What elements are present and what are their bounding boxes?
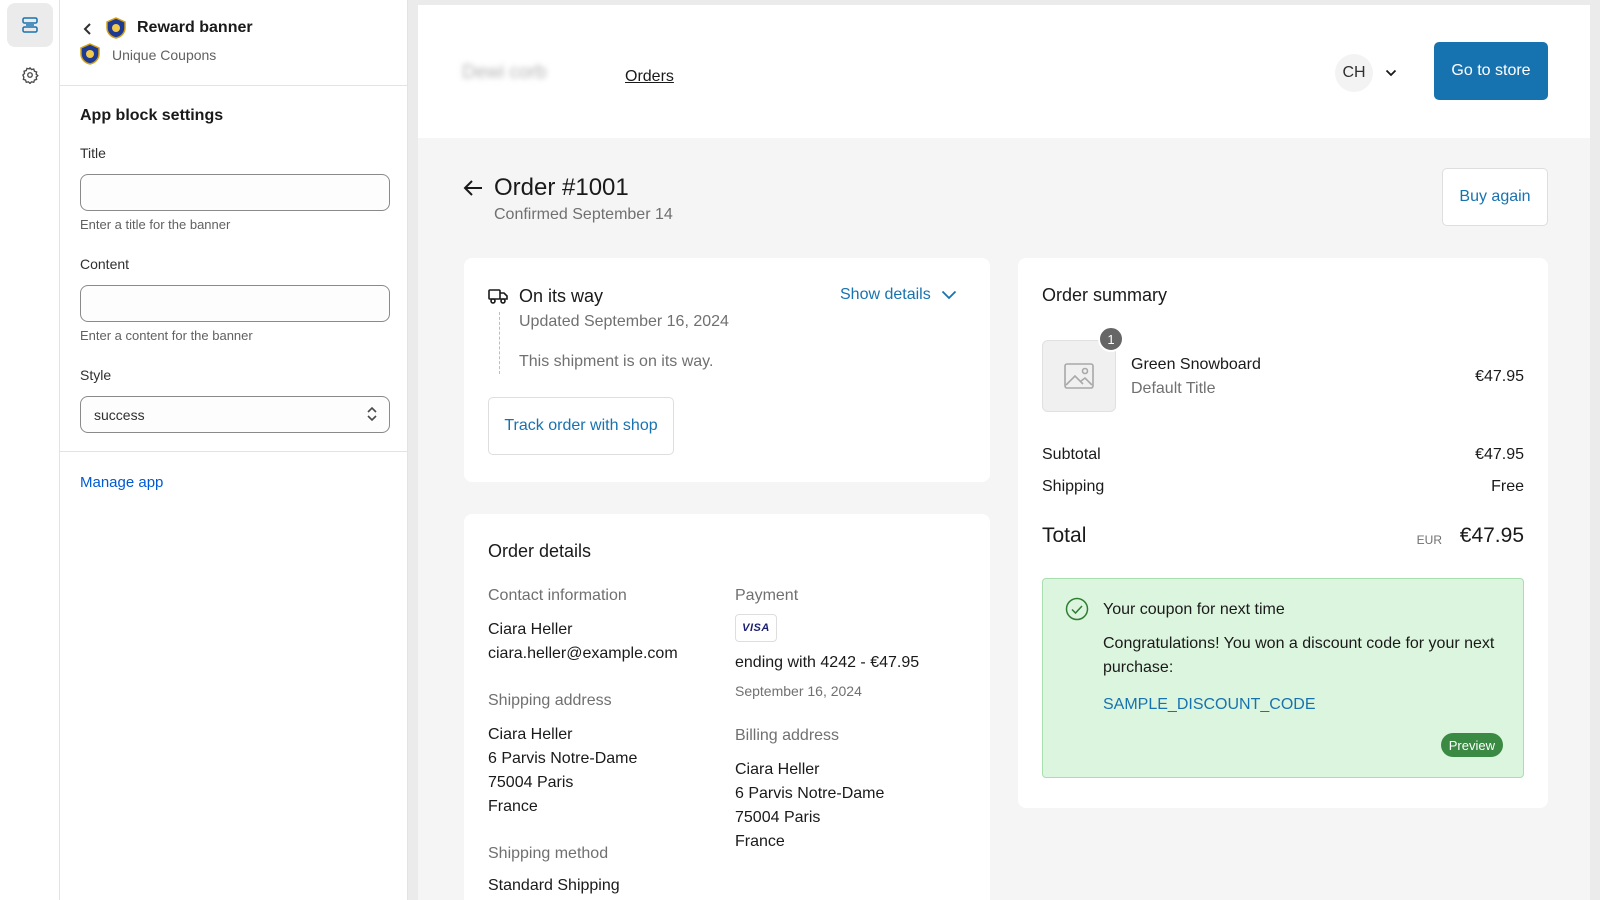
gear-icon bbox=[22, 66, 39, 84]
section-title: App block settings bbox=[80, 107, 224, 124]
shipping-address-line: 75004 Paris bbox=[488, 774, 574, 791]
visa-card-icon: VISA bbox=[735, 614, 777, 642]
shipping-method-heading: Shipping method bbox=[488, 845, 609, 862]
title-input[interactable] bbox=[80, 174, 390, 211]
billing-address-heading: Billing address bbox=[735, 727, 840, 744]
shipment-updated: Updated September 16, 2024 bbox=[519, 313, 729, 330]
timeline-line bbox=[499, 312, 500, 374]
title-help: Enter a title for the banner bbox=[80, 217, 231, 232]
subtotal-label: Subtotal bbox=[1042, 446, 1101, 463]
settings-panel: Reward banner Unique Coupons App block s… bbox=[60, 0, 408, 900]
account-menu[interactable]: CH bbox=[1335, 53, 1407, 93]
style-select[interactable]: success bbox=[80, 396, 390, 433]
style-label: Style bbox=[80, 367, 112, 383]
order-summary-card: Order summary 1 Green Snowboard Default … bbox=[1018, 258, 1548, 808]
subtotal-value: €47.95 bbox=[1475, 446, 1524, 463]
avatar: CH bbox=[1335, 54, 1373, 92]
style-select-value: success bbox=[94, 407, 145, 423]
billing-address-line: France bbox=[735, 833, 785, 850]
content-help: Enter a content for the banner bbox=[80, 328, 253, 343]
payment-heading: Payment bbox=[735, 587, 799, 604]
order-details-title: Order details bbox=[488, 541, 592, 561]
buy-again-button[interactable]: Buy again bbox=[1442, 168, 1548, 226]
contact-name: Ciara Heller bbox=[488, 621, 573, 638]
shipping-address-line: Ciara Heller bbox=[488, 726, 573, 743]
check-circle-icon bbox=[1065, 597, 1089, 621]
payment-date: September 16, 2024 bbox=[735, 683, 862, 699]
truck-icon bbox=[488, 289, 508, 304]
quantity-badge: 1 bbox=[1098, 326, 1124, 352]
store-header: Dewi corb Orders CH Go to store bbox=[418, 5, 1590, 138]
panel-header: Reward banner Unique Coupons bbox=[60, 0, 407, 86]
settings-button[interactable] bbox=[7, 53, 53, 97]
store-name[interactable]: Dewi corb bbox=[462, 62, 546, 84]
shipping-address-line: 6 Parvis Notre-Dame bbox=[488, 750, 638, 767]
sections-icon bbox=[22, 17, 38, 33]
icon-rail bbox=[0, 0, 60, 900]
panel-title: Reward banner bbox=[137, 19, 253, 36]
manage-app-link[interactable]: Manage app bbox=[80, 474, 163, 491]
sections-button[interactable] bbox=[7, 3, 53, 47]
total-currency: EUR bbox=[1416, 533, 1442, 547]
shipping-address-heading: Shipping address bbox=[488, 692, 612, 709]
shipping-method-value: Standard Shipping bbox=[488, 877, 620, 894]
panel-divider bbox=[60, 451, 407, 452]
payment-line: ending with 4242 - €47.95 bbox=[735, 654, 920, 671]
shipment-card: On its way Show details Updated Septembe… bbox=[464, 258, 990, 482]
nav-orders-link[interactable]: Orders bbox=[625, 68, 674, 86]
contact-heading: Contact information bbox=[488, 587, 627, 604]
storefront-preview: Dewi corb Orders CH Go to store Order #1… bbox=[418, 5, 1590, 900]
image-placeholder-icon bbox=[1064, 363, 1094, 389]
chevron-down-icon bbox=[1385, 69, 1397, 77]
billing-address-line: 6 Parvis Notre-Dame bbox=[735, 785, 885, 802]
arrow-left-icon[interactable] bbox=[462, 178, 484, 198]
coupon-message: Congratulations! You won a discount code… bbox=[1103, 635, 1495, 676]
chevron-left-icon bbox=[83, 23, 91, 35]
product-name: Green Snowboard bbox=[1131, 356, 1261, 373]
track-order-button[interactable]: Track order with shop bbox=[488, 397, 674, 455]
show-details-label: Show details bbox=[840, 286, 931, 303]
shipping-label: Shipping bbox=[1042, 478, 1105, 495]
order-confirmed-date: Confirmed September 14 bbox=[494, 206, 673, 223]
page-title: Order #1001 bbox=[494, 174, 629, 201]
shipment-status: On its way bbox=[519, 286, 604, 306]
show-details-button[interactable]: Show details bbox=[840, 286, 957, 304]
contact-email: ciara.heller@example.com bbox=[488, 645, 678, 662]
title-label: Title bbox=[80, 145, 106, 161]
shipping-address-line: France bbox=[488, 798, 538, 815]
content-label: Content bbox=[80, 256, 130, 272]
billing-address-line: 75004 Paris bbox=[735, 809, 821, 826]
total-label: Total bbox=[1042, 524, 1087, 547]
billing-address-line: Ciara Heller bbox=[735, 761, 820, 778]
coupon-title: Your coupon for next time bbox=[1103, 601, 1285, 618]
product-variant: Default Title bbox=[1131, 380, 1216, 397]
back-button[interactable] bbox=[79, 20, 97, 38]
badge-logo-icon bbox=[106, 17, 126, 39]
total-value: €47.95 bbox=[1459, 524, 1524, 547]
chevron-down-icon bbox=[941, 290, 956, 300]
coupon-code[interactable]: SAMPLE_DISCOUNT_CODE bbox=[1103, 696, 1316, 714]
preview-badge: Preview bbox=[1440, 733, 1503, 757]
product-price: €47.95 bbox=[1475, 368, 1524, 385]
shipping-value: Free bbox=[1491, 478, 1524, 495]
select-arrows-icon bbox=[367, 406, 377, 422]
order-details-card: Order details Contact information Ciara … bbox=[464, 514, 990, 900]
content-input[interactable] bbox=[80, 285, 390, 322]
app-logo-icon bbox=[80, 43, 100, 65]
panel-app-name: Unique Coupons bbox=[112, 47, 217, 63]
shipment-message: This shipment is on its way. bbox=[519, 353, 714, 370]
reward-banner: Your coupon for next time Congratulation… bbox=[1042, 578, 1524, 778]
order-summary-title: Order summary bbox=[1042, 285, 1168, 305]
go-to-store-button[interactable]: Go to store bbox=[1434, 42, 1548, 100]
